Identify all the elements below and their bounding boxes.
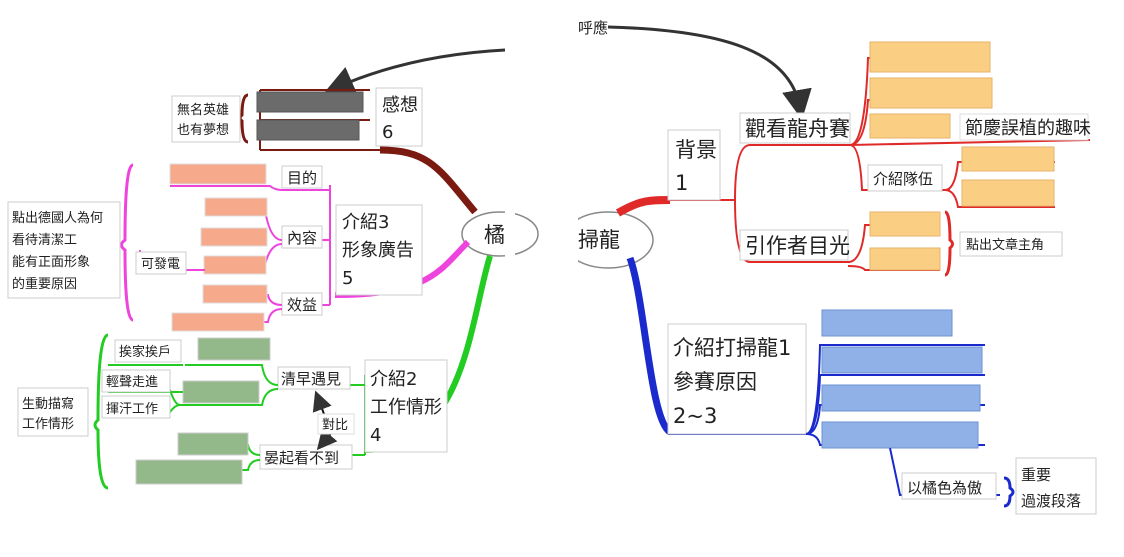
- redacted-box: [961, 179, 1055, 207]
- red-sub-teams: 介紹隊伍: [873, 170, 933, 188]
- left-panel: 橘 感想 6 無名英雄 也有夢想 介紹3 形象廣告 5 目的 內容 效益 可發電…: [7, 0, 539, 500]
- mind-map-canvas: 橘 感想 6 無名英雄 也有夢想 介紹3 形象廣告 5 目的 內容 效益 可發電…: [7, 0, 1097, 515]
- blue-title-line3: 2~3: [673, 404, 717, 428]
- brown-title-line2: 6: [382, 122, 393, 143]
- redacted-box: [869, 113, 951, 139]
- redacted-box: [869, 211, 941, 237]
- pink-item-content: 內容: [287, 229, 317, 247]
- center-node-right-label: 掃龍: [578, 228, 620, 252]
- blue-title-line1: 介紹打掃龍1: [673, 336, 791, 360]
- pink-item-benefit: 效益: [287, 296, 317, 314]
- redacted-box: [197, 337, 271, 361]
- redacted-box: [256, 91, 364, 113]
- green-note-line2: 工作情形: [22, 417, 74, 432]
- redacted-box: [182, 380, 260, 404]
- green-sub-item2: 輕聲走進: [106, 374, 158, 390]
- blue-note-line1: 重要: [1021, 466, 1051, 484]
- contrast-label: 對比: [322, 418, 348, 433]
- redacted-box: [135, 459, 243, 485]
- top-partial-label: 呼應: [578, 19, 608, 37]
- redacted-box: [171, 312, 265, 332]
- pink-note-line1: 點出德國人為何: [12, 210, 103, 226]
- red-outer-note: 點出文章主角: [966, 237, 1044, 253]
- red-title-line1: 背景: [675, 138, 717, 162]
- green-note-line1: 生動描寫: [22, 396, 74, 412]
- redacted-box: [821, 384, 981, 412]
- pink-title-line2: 形象廣告: [342, 240, 414, 261]
- redacted-box: [869, 247, 941, 271]
- link-arrow-right: [607, 25, 812, 120]
- redacted-box: [821, 309, 953, 337]
- pink-title-line1: 介紹3: [342, 212, 389, 233]
- redacted-box: [202, 284, 268, 304]
- redacted-box: [869, 77, 993, 109]
- redacted-box: [869, 41, 991, 73]
- green-item-late: 晏起看不到: [264, 449, 339, 467]
- blue-title-line2: 參賽原因: [673, 370, 757, 394]
- blue-sub-label: 以橘色為傲: [907, 479, 982, 497]
- green-item-morning: 清早遇見: [281, 370, 341, 388]
- green-sub-item3: 揮汗工作: [106, 402, 158, 417]
- pink-note-line4: 的重要原因: [12, 276, 77, 292]
- green-title-line2: 工作情形: [370, 397, 442, 418]
- center-node-left-label: 橘: [484, 223, 505, 247]
- right-panel: 呼應 掃龍 背景 1 觀看龍舟賽 引作者目光 節慶誤植的趣味 介紹隊伍 點出文章…: [548, 19, 1097, 515]
- pink-item-purpose: 目的: [287, 169, 317, 187]
- redacted-box: [169, 163, 267, 185]
- blue-note-line2: 過渡段落: [1021, 492, 1081, 510]
- brown-title-line1: 感想: [382, 95, 418, 116]
- red-item-watch: 觀看龍舟賽: [745, 117, 850, 141]
- pink-mid-label: 可發電: [141, 257, 180, 272]
- green-sub-item1: 挨家挨戶: [119, 344, 171, 360]
- redacted-box: [204, 197, 268, 217]
- red-item-attract: 引作者目光: [745, 234, 850, 258]
- pink-title-line3: 5: [342, 268, 353, 289]
- redacted-box: [821, 346, 983, 374]
- redacted-box: [203, 255, 267, 275]
- pink-note-line2: 看待清潔工: [12, 232, 77, 248]
- redacted-box: [961, 146, 1055, 172]
- red-title-line2: 1: [675, 171, 688, 195]
- redacted-box: [821, 421, 979, 449]
- redacted-box: [177, 432, 249, 456]
- green-title-line3: 4: [370, 425, 381, 446]
- redacted-box: [256, 119, 360, 141]
- green-title-line1: 介紹2: [370, 369, 417, 390]
- red-sub-festival: 節慶誤植的趣味: [965, 118, 1091, 139]
- brown-sub-line1: 無名英雄: [177, 102, 229, 118]
- link-arrow-left: [324, 48, 506, 95]
- pink-note-line3: 能有正面形象: [12, 255, 90, 270]
- brown-sub-line2: 也有夢想: [177, 122, 229, 138]
- redacted-box: [200, 227, 268, 247]
